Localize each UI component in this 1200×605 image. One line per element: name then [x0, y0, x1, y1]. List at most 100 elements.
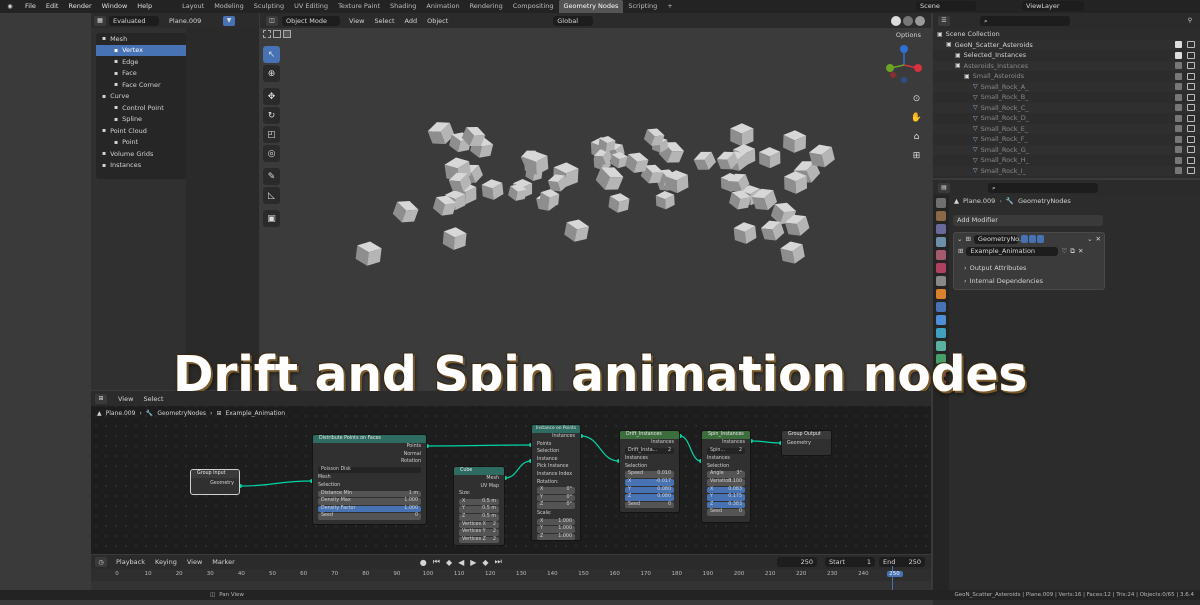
outliner-row[interactable]: ▣ GeoN_Scatter_Asteroids [933, 39, 1200, 50]
add-workspace-icon[interactable]: + [662, 0, 677, 13]
properties-editor-icon[interactable]: ▤ [938, 182, 950, 193]
value-field[interactable]: Vertices Z2 [459, 536, 499, 544]
outliner-row[interactable]: ▽ Small_Rock_A_ [933, 81, 1200, 92]
value-field[interactable]: Z 0.5 m [459, 513, 499, 521]
value-field[interactable]: Vertices Y2 [459, 529, 499, 536]
value-field[interactable]: Distance Min 1 m [318, 490, 421, 498]
tab-uv-editing[interactable]: UV Editing [289, 0, 333, 13]
tab-scripting[interactable]: Scripting [623, 0, 662, 13]
tab-layout[interactable]: Layout [177, 0, 209, 13]
viewport-menu-select[interactable]: Select [369, 17, 399, 25]
render-camera-icon[interactable] [1187, 41, 1195, 49]
timeline-menu-keying[interactable]: Keying [150, 558, 182, 566]
rendered-shading-icon[interactable] [915, 15, 925, 26]
unlink-icon[interactable]: ✕ [1078, 247, 1083, 255]
menu-file[interactable]: File [20, 0, 41, 13]
move-tool-icon[interactable]: ✥ [263, 88, 280, 105]
add-cube-tool-icon[interactable]: ▣ [263, 210, 280, 227]
options-button[interactable]: Options [896, 31, 921, 39]
select-subtract-icon[interactable] [283, 30, 291, 38]
value-field[interactable]: X 0.083 [707, 486, 745, 494]
tab-texture-paint[interactable]: Texture Paint [333, 0, 385, 13]
visibility-checkbox[interactable] [1175, 125, 1182, 133]
tab-rendering[interactable]: Rendering [465, 0, 508, 13]
render-camera-icon[interactable] [1187, 51, 1195, 59]
modifier-name-field[interactable]: GeometryNo... [973, 234, 1025, 244]
object-mode-dropdown[interactable]: Object Mode [282, 15, 340, 26]
visibility-checkbox[interactable] [1175, 104, 1182, 112]
measure-tool-icon[interactable]: ◺ [263, 187, 280, 204]
dropdown-icon[interactable]: ⌄ [1087, 235, 1092, 243]
prev-key-icon[interactable]: ◆ [446, 558, 452, 567]
tab-modeling[interactable]: Modeling [209, 0, 249, 13]
duplicate-icon[interactable]: ⧉ [1070, 247, 1075, 256]
physics-tab-icon[interactable] [936, 328, 946, 338]
outliner-row[interactable]: ▣ Asteroids_Instances [933, 60, 1200, 71]
filter-icon[interactable]: ▼ [223, 15, 235, 26]
editor-type-icon[interactable]: ▦ [94, 15, 106, 26]
outliner-row[interactable]: ▣ Scene Collection [933, 29, 1200, 40]
render-camera-icon[interactable] [1187, 114, 1195, 122]
value-field[interactable]: Z 0° [537, 502, 575, 509]
outliner-row[interactable]: ▽ Small_Rock_I_ [933, 165, 1200, 176]
render-camera-icon[interactable] [1187, 135, 1195, 143]
internal-dependencies-section[interactable]: › Internal Dependencies [954, 274, 1104, 287]
value-field[interactable]: X 0° [537, 487, 575, 494]
value-field[interactable]: Speed 0.010 [625, 471, 674, 478]
visibility-checkbox[interactable] [1175, 156, 1182, 164]
value-field[interactable]: Density Max 1.000 [318, 498, 421, 505]
value-field[interactable]: Seed 0 [318, 513, 421, 520]
render-camera-icon[interactable] [1187, 72, 1195, 80]
current-frame-field[interactable]: 250 [777, 557, 817, 567]
outliner-row[interactable]: ▽ Small_Rock_D_ [933, 113, 1200, 124]
value-field[interactable]: Y 0° [537, 494, 575, 502]
evaluated-dropdown[interactable]: Evaluated [109, 15, 159, 26]
blender-logo-icon[interactable]: ◉ [4, 2, 16, 12]
visibility-checkbox[interactable] [1175, 93, 1182, 101]
visibility-checkbox[interactable] [1175, 51, 1182, 59]
value-field[interactable]: Y 0.5 m [459, 506, 499, 513]
timeline-menu-marker[interactable]: Marker [207, 558, 239, 566]
visibility-checkbox[interactable] [1175, 41, 1182, 49]
value-field[interactable]: Y 0.080 [625, 486, 674, 494]
timeline-menu-playback[interactable]: Playback [111, 558, 150, 566]
render-camera-icon[interactable] [1187, 104, 1195, 112]
filter-funnel-icon[interactable]: ⚲ [1184, 16, 1196, 26]
value-field[interactable]: Seed 0 [707, 509, 745, 516]
select-box-icon[interactable] [263, 30, 271, 38]
outliner-row[interactable]: ▽ Small_Rock_B_ [933, 92, 1200, 103]
tool-tab-icon[interactable] [936, 198, 946, 208]
pan-hand-icon[interactable]: ✋ [908, 109, 925, 126]
select-tool-icon[interactable]: ↖ [263, 46, 280, 63]
record-icon[interactable]: ● [420, 558, 427, 567]
annotate-tool-icon[interactable]: ✎ [263, 168, 280, 185]
render-camera-icon[interactable] [1187, 156, 1195, 164]
render-camera-icon[interactable] [1187, 125, 1195, 133]
object-tab-icon[interactable] [936, 289, 946, 299]
render-camera-icon[interactable] [1187, 93, 1195, 101]
node-group-selector[interactable]: Spin... 2 [707, 447, 745, 455]
jump-start-icon[interactable]: ⏮ [433, 557, 440, 567]
timeline-menu-view[interactable]: View [182, 558, 207, 566]
output-attributes-section[interactable]: › Output Attributes [954, 261, 1104, 274]
menu-help[interactable]: Help [132, 0, 157, 13]
viewport-toggle-icon[interactable] [1028, 235, 1036, 243]
render-camera-icon[interactable] [1187, 146, 1195, 154]
value-field[interactable]: Z 0.080 [625, 494, 674, 501]
scene-tab-icon[interactable] [936, 250, 946, 260]
visibility-checkbox[interactable] [1175, 62, 1182, 70]
particles-tab-icon[interactable] [936, 315, 946, 325]
visibility-checkbox[interactable] [1175, 114, 1182, 122]
value-field[interactable]: X 1.000 [537, 518, 575, 526]
outliner-row[interactable]: ▽ Small_Rock_H_ [933, 155, 1200, 166]
output-tab-icon[interactable] [936, 224, 946, 234]
remove-modifier-icon[interactable]: ✕ [1096, 235, 1101, 243]
transform-tool-icon[interactable]: ◎ [263, 145, 280, 162]
world-tab-icon[interactable] [936, 263, 946, 273]
distribute-points-node[interactable]: Distribute Points on Faces Points Normal… [312, 434, 427, 525]
group-output-node[interactable]: Group Output Geometry [781, 430, 832, 456]
node-link[interactable] [580, 435, 620, 462]
material-shading-icon[interactable] [903, 15, 913, 26]
group-input-node[interactable]: Group Input Geometry [190, 469, 240, 495]
select-extend-icon[interactable] [273, 30, 281, 38]
